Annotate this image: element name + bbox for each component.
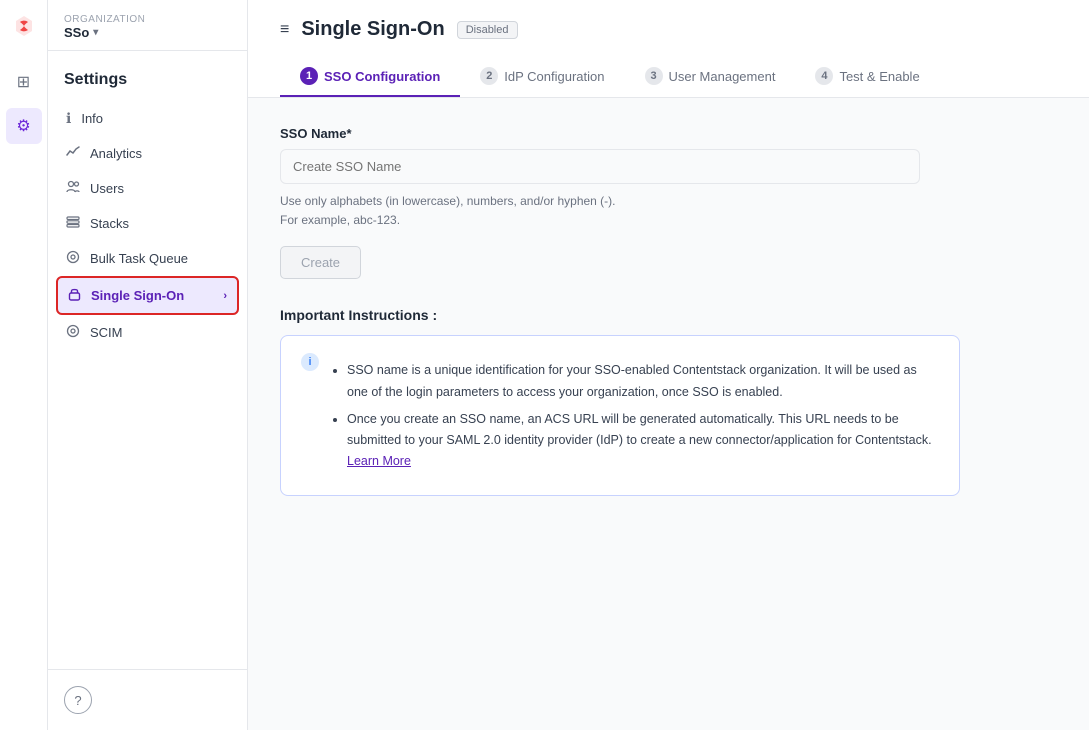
chevron-right-icon: › (223, 290, 227, 302)
instructions-content: SSO name is a unique identification for … (331, 352, 939, 478)
instructions-box: i SSO name is a unique identification fo… (280, 335, 960, 495)
instructions-title: Important Instructions : (280, 307, 1057, 323)
instruction-item-2: Once you create an SSO name, an ACS URL … (347, 409, 939, 473)
sidebar-item-analytics[interactable]: Analytics (56, 136, 239, 171)
sso-name-label: SSO Name* (280, 126, 1057, 141)
main-header: ≡ Single Sign-On Disabled 1 SSO Configur… (248, 0, 1089, 98)
main-content: ≡ Single Sign-On Disabled 1 SSO Configur… (248, 0, 1089, 730)
main-body: SSO Name* Use only alphabets (in lowerca… (248, 98, 1089, 730)
sidebar-item-info[interactable]: ℹ Info (56, 101, 239, 136)
sidebar-nav: ℹ Info Analytics Users (48, 101, 247, 669)
sidebar-item-sso-label: Single Sign-On (91, 288, 184, 303)
sidebar-bottom: ? (48, 669, 247, 730)
app-logo[interactable] (10, 12, 38, 40)
hamburger-icon[interactable]: ≡ (280, 21, 289, 39)
sidebar: Organization SSo ▾ Settings ℹ Info Analy… (48, 0, 248, 730)
tab-sso-configuration[interactable]: 1 SSO Configuration (280, 57, 460, 97)
org-name[interactable]: SSo ▾ (64, 25, 231, 40)
instruction-item-1: SSO name is a unique identification for … (347, 360, 939, 403)
status-badge: Disabled (457, 21, 518, 39)
tab-user-management[interactable]: 3 User Management (625, 57, 796, 97)
tab-num-3: 3 (645, 67, 663, 85)
tab-bar: 1 SSO Configuration 2 IdP Configuration … (280, 57, 1057, 97)
bulk-task-icon (66, 250, 80, 267)
sidebar-title: Settings (48, 51, 247, 101)
help-button[interactable]: ? (64, 686, 92, 714)
tab-num-1: 1 (300, 67, 318, 85)
sidebar-item-bulk-task-queue[interactable]: Bulk Task Queue (56, 241, 239, 276)
sidebar-item-users-label: Users (90, 181, 124, 196)
rail-settings-icon[interactable]: ⚙ (6, 108, 42, 144)
sidebar-item-stacks-label: Stacks (90, 216, 129, 231)
info-circle-icon: i (301, 353, 319, 371)
analytics-icon (66, 145, 80, 162)
sidebar-item-analytics-label: Analytics (90, 146, 142, 161)
stacks-icon (66, 215, 80, 232)
org-label: Organization (64, 14, 231, 25)
sidebar-item-info-label: Info (81, 111, 103, 126)
sidebar-item-users[interactable]: Users (56, 171, 239, 206)
sidebar-item-scim[interactable]: SCIM (56, 315, 239, 350)
sidebar-item-scim-label: SCIM (90, 325, 123, 340)
tab-idp-configuration-label: IdP Configuration (504, 69, 604, 84)
sidebar-item-stacks[interactable]: Stacks (56, 206, 239, 241)
org-chevron-icon: ▾ (93, 27, 98, 38)
org-selector[interactable]: Organization SSo ▾ (48, 0, 247, 51)
scim-icon (66, 324, 80, 341)
sidebar-item-single-sign-on[interactable]: Single Sign-On › (56, 276, 239, 315)
tab-num-4: 4 (815, 67, 833, 85)
sso-name-help: Use only alphabets (in lowercase), numbe… (280, 192, 1057, 230)
tab-test-enable-label: Test & Enable (839, 69, 919, 84)
tab-idp-configuration[interactable]: 2 IdP Configuration (460, 57, 624, 97)
info-icon: ℹ (66, 110, 71, 127)
tab-user-management-label: User Management (669, 69, 776, 84)
lock-icon (68, 287, 81, 304)
sidebar-item-bulk-task-label: Bulk Task Queue (90, 251, 188, 266)
tab-test-enable[interactable]: 4 Test & Enable (795, 57, 939, 97)
tab-num-2: 2 (480, 67, 498, 85)
icon-rail: ⊞ ⚙ (0, 0, 48, 730)
users-icon (66, 180, 80, 197)
create-button[interactable]: Create (280, 246, 361, 279)
page-title: Single Sign-On (301, 18, 444, 41)
learn-more-link[interactable]: Learn More (347, 454, 411, 468)
rail-grid-icon[interactable]: ⊞ (6, 64, 42, 100)
tab-sso-configuration-label: SSO Configuration (324, 69, 440, 84)
sso-name-input[interactable] (280, 149, 920, 184)
